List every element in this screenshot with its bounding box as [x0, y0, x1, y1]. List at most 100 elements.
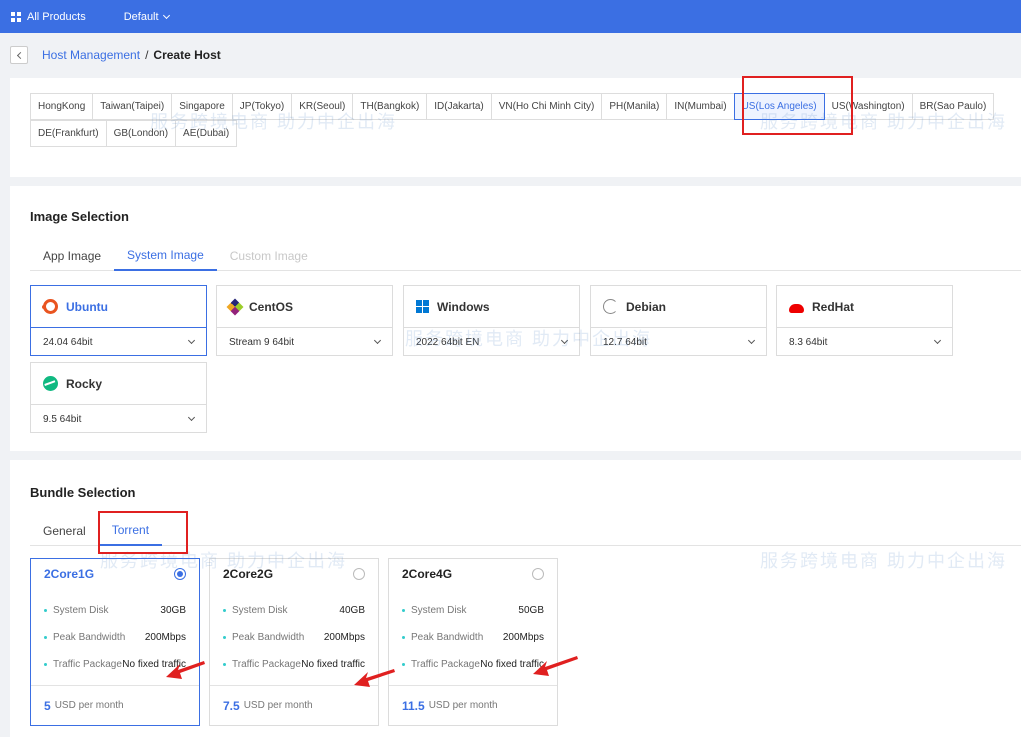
spec-peak-bandwidth: Peak Bandwidth 200Mbps: [44, 632, 186, 643]
spec-value: 200Mbps: [502, 632, 544, 643]
os-name: Ubuntu: [66, 299, 108, 314]
breadcrumb-host-management[interactable]: Host Management: [42, 48, 140, 62]
spec-value: No fixed traffic: [122, 659, 186, 670]
bundle-card-2core1g[interactable]: 2Core1G System Disk 30GB Peak Bandwidth 20…: [30, 558, 200, 726]
region-tab[interactable]: JP(Tokyo): [231, 93, 293, 120]
chevron-left-icon: [16, 51, 24, 59]
os-name: CentOS: [249, 299, 294, 314]
spec-system-disk: System Disk 50GB: [402, 605, 544, 616]
os-card-ubuntu[interactable]: Ubuntu 24.04 64bit: [30, 285, 207, 356]
os-version-select[interactable]: Stream 9 64bit: [217, 327, 392, 356]
redhat-icon: [789, 303, 804, 313]
bundle-name: 2Core4G: [402, 567, 453, 581]
spec-system-disk: System Disk 30GB: [44, 605, 186, 616]
chevron-down-icon: [187, 336, 196, 345]
region-tab[interactable]: US(Los Angeles): [733, 93, 825, 120]
ubuntu-icon: [42, 299, 58, 314]
tab-general[interactable]: General: [30, 516, 99, 546]
bundle-price: 5 USD per month: [31, 685, 199, 725]
os-version-select[interactable]: 12.7 64bit: [591, 327, 766, 356]
page-title: Create Host: [153, 48, 221, 62]
region-panel: HongKong Taiwan(Taipei) Singapore JP(Tokyo)…: [10, 78, 1021, 177]
region-tab[interactable]: DE(Frankfurt): [30, 120, 107, 147]
price-amount: 11.5: [402, 698, 425, 713]
region-tab[interactable]: Singapore: [171, 93, 233, 120]
spec-value: 50GB: [518, 605, 544, 616]
windows-icon: [416, 300, 429, 313]
spec-label: System Disk: [223, 605, 288, 616]
back-button[interactable]: [10, 46, 28, 64]
region-row-1: HongKong Taiwan(Taipei) Singapore JP(Tokyo)…: [30, 93, 1020, 120]
all-products-link[interactable]: All Products: [27, 11, 86, 23]
spec-peak-bandwidth: Peak Bandwidth 200Mbps: [223, 632, 365, 643]
project-selector[interactable]: Default: [124, 11, 170, 23]
tab-app-image[interactable]: App Image: [30, 241, 114, 271]
os-version-value: Stream 9 64bit: [229, 336, 295, 348]
region-tab[interactable]: GB(London): [105, 120, 177, 147]
bundle-name: 2Core2G: [223, 567, 274, 581]
breadcrumb: Host Management / Create Host: [0, 33, 1021, 77]
spec-label: Traffic Package: [223, 659, 301, 670]
region-tab[interactable]: BR(Sao Paulo): [911, 93, 995, 120]
region-tab[interactable]: PH(Manila): [601, 93, 668, 120]
region-tab[interactable]: IN(Mumbai): [666, 93, 735, 120]
chevron-down-icon: [560, 336, 569, 345]
region-tab[interactable]: ID(Jakarta): [426, 93, 492, 120]
os-card-rocky[interactable]: Rocky 9.5 64bit: [30, 362, 207, 433]
spec-value: 200Mbps: [323, 632, 365, 643]
os-card-redhat[interactable]: RedHat 8.3 64bit: [776, 285, 953, 356]
os-version-select[interactable]: 2022 64bit EN: [404, 327, 579, 356]
centos-icon: [226, 298, 244, 315]
spec-label: Peak Bandwidth: [223, 632, 304, 643]
region-tab[interactable]: VN(Ho Chi Minh City): [490, 93, 603, 120]
debian-icon: [603, 299, 618, 314]
chevron-down-icon: [187, 413, 196, 422]
region-tab[interactable]: TH(Bangkok): [352, 93, 428, 120]
os-version-select[interactable]: 9.5 64bit: [31, 404, 206, 433]
region-tab[interactable]: KR(Seoul): [291, 93, 354, 120]
bundle-radio[interactable]: [532, 568, 544, 580]
bundle-radio[interactable]: [174, 568, 186, 580]
os-version-value: 12.7 64bit: [603, 336, 647, 348]
os-version-value: 9.5 64bit: [43, 413, 82, 425]
spec-peak-bandwidth: Peak Bandwidth 200Mbps: [402, 632, 544, 643]
region-tab[interactable]: HongKong: [30, 93, 94, 120]
region-tab[interactable]: US(Washington): [823, 93, 913, 120]
breadcrumb-separator: /: [145, 48, 149, 62]
bundle-name: 2Core1G: [44, 567, 95, 581]
spec-label: System Disk: [44, 605, 109, 616]
os-version-value: 8.3 64bit: [789, 336, 828, 348]
os-version-select[interactable]: 24.04 64bit: [31, 327, 206, 356]
tab-custom-image[interactable]: Custom Image: [217, 241, 321, 271]
image-selection-title: Image Selection: [30, 209, 129, 224]
bundle-radio[interactable]: [353, 568, 365, 580]
price-amount: 5: [44, 698, 51, 713]
bundle-selection-panel: Bundle Selection General Torrent 2Core1G…: [10, 460, 1021, 737]
chevron-down-icon: [933, 336, 942, 345]
region-row-2: DE(Frankfurt) GB(London) AE(Dubai): [30, 120, 1020, 147]
price-unit: USD per month: [428, 700, 498, 711]
tab-system-image[interactable]: System Image: [114, 241, 217, 271]
spec-label: Traffic Package: [402, 659, 480, 670]
os-name: RedHat: [812, 299, 855, 314]
spec-label: System Disk: [402, 605, 467, 616]
region-tab[interactable]: AE(Dubai): [175, 120, 238, 147]
spec-system-disk: System Disk 40GB: [223, 605, 365, 616]
os-card-debian[interactable]: Debian 12.7 64bit: [590, 285, 767, 356]
bundle-card-2core4g[interactable]: 2Core4G System Disk 50GB Peak Bandwidth 20…: [388, 558, 558, 726]
spec-traffic-package: Traffic Package No fixed traffic: [223, 659, 365, 670]
os-card-centos[interactable]: CentOS Stream 9 64bit: [216, 285, 393, 356]
spec-traffic-package: Traffic Package No fixed traffic: [402, 659, 544, 670]
region-tab[interactable]: Taiwan(Taipei): [92, 93, 173, 120]
bundle-price: 11.5 USD per month: [389, 685, 557, 725]
os-card-windows[interactable]: Windows 2022 64bit EN: [403, 285, 580, 356]
spec-value: 40GB: [339, 605, 365, 616]
chevron-down-icon: [747, 336, 756, 345]
spec-label: Peak Bandwidth: [402, 632, 483, 643]
os-version-select[interactable]: 8.3 64bit: [777, 327, 952, 356]
price-unit: USD per month: [54, 700, 124, 711]
tab-torrent[interactable]: Torrent: [98, 516, 163, 546]
spec-traffic-package: Traffic Package No fixed traffic: [44, 659, 186, 670]
apps-grid-icon[interactable]: [11, 11, 21, 22]
bundle-card-2core2g[interactable]: 2Core2G System Disk 40GB Peak Bandwidth 20…: [209, 558, 379, 726]
